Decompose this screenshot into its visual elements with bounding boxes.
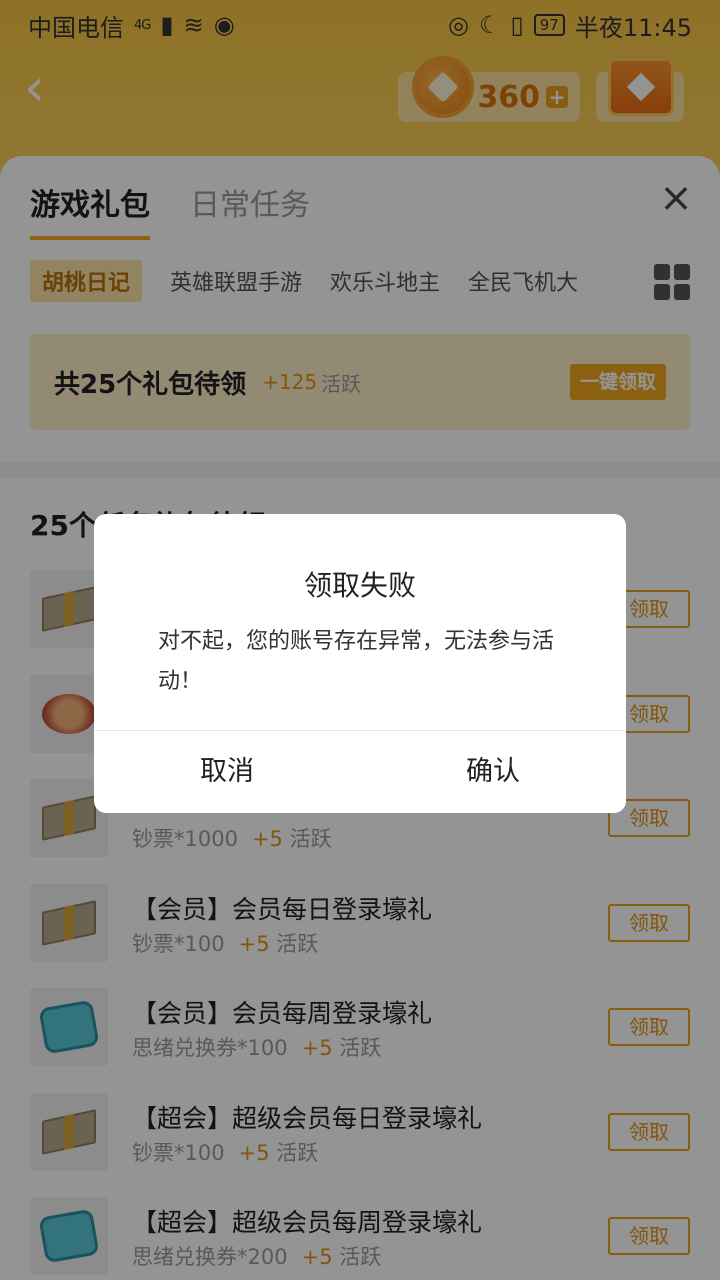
confirm-button[interactable]: 确认 xyxy=(360,730,626,813)
dialog-title: 领取失败 xyxy=(303,569,416,602)
cancel-button[interactable]: 取消 xyxy=(94,730,360,813)
error-dialog: 领取失败 对不起，您的账号存在异常，无法参与活动！ 取消 确认 xyxy=(94,514,626,813)
dialog-message: 对不起，您的账号存在异常，无法参与活动！ xyxy=(158,629,555,694)
